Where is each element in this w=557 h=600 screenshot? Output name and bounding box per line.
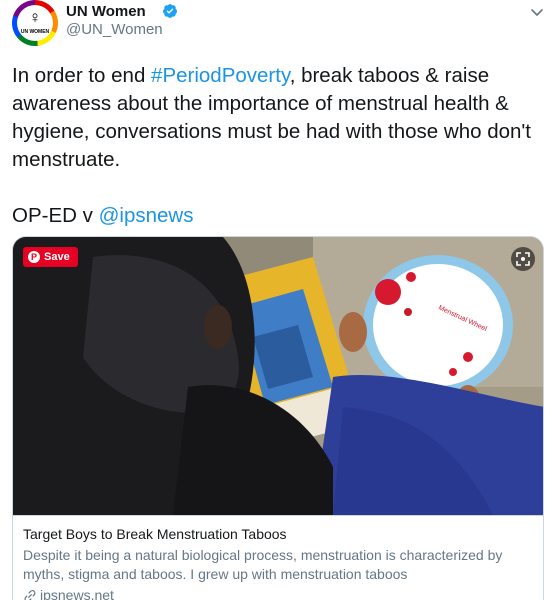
display-name[interactable]: UN Women: [66, 3, 146, 20]
oped-prefix: OP-ED v: [12, 204, 99, 227]
pinterest-icon: P: [28, 251, 40, 263]
chevron-down-icon[interactable]: [529, 4, 545, 20]
expand-button[interactable]: [511, 247, 535, 271]
card-title[interactable]: Target Boys to Break Menstruation Taboos: [23, 525, 535, 544]
save-label: Save: [44, 251, 70, 263]
hashtag-link[interactable]: #PeriodPoverty: [151, 64, 290, 87]
verified-badge-icon: [163, 4, 177, 18]
tweet-header: ♀ UN WOMEN UN Women @UN_Women: [12, 0, 557, 52]
card-body[interactable]: Target Boys to Break Menstruation Taboos…: [13, 515, 543, 600]
link-icon: [24, 589, 36, 600]
un-women-logo-icon: ♀: [28, 8, 42, 27]
mention-link[interactable]: @ipsnews: [99, 204, 194, 227]
oped-line: OP-ED v @ipsnews: [12, 202, 193, 230]
pinterest-save-button[interactable]: P Save: [23, 247, 78, 267]
avatar[interactable]: ♀ UN WOMEN: [12, 0, 58, 46]
avatar-label: UN WOMEN: [20, 29, 50, 35]
tweet-text-start: In order to end: [12, 64, 152, 87]
card-description: Despite it being a natural biological pr…: [23, 547, 503, 582]
link-card[interactable]: Menstrual Wheel P Save Target Boys to Br…: [12, 236, 544, 600]
tweet-text: In order to end #PeriodPoverty, break ta…: [12, 62, 547, 174]
card-domain[interactable]: ipsnews.net: [23, 586, 535, 600]
card-domain-text: ipsnews.net: [40, 587, 114, 600]
user-handle[interactable]: @UN_Women: [66, 21, 163, 38]
card-photo: Menstrual Wheel: [13, 237, 543, 515]
card-image[interactable]: Menstrual Wheel P Save: [13, 237, 543, 515]
expand-icon: [516, 252, 530, 266]
